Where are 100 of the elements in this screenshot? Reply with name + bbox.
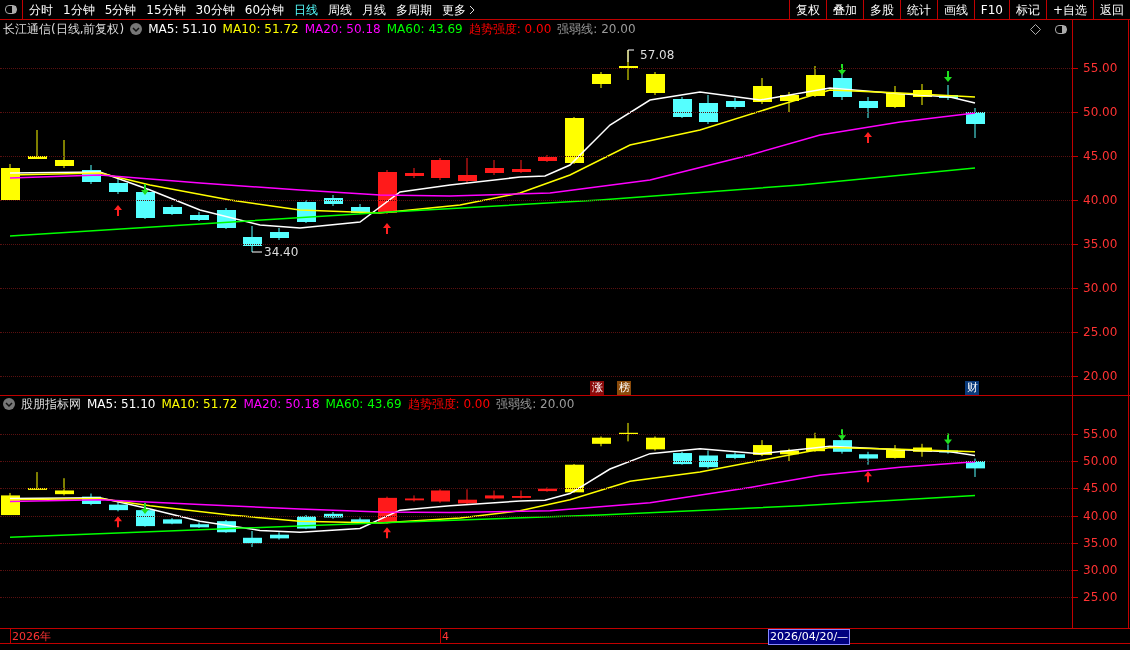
diamond-icon[interactable] <box>1030 23 1041 35</box>
indicator-value: 强弱线: 20.00 <box>496 396 575 413</box>
candlestick <box>699 94 718 125</box>
candlestick <box>270 531 289 541</box>
toolbar-button[interactable]: 返回 <box>1093 0 1130 19</box>
candlestick <box>833 73 852 101</box>
candlestick <box>726 451 745 460</box>
candlestick <box>163 517 182 525</box>
period-tab[interactable]: 更多 <box>442 0 476 19</box>
candlestick <box>55 139 74 169</box>
toolbar-button[interactable]: 画线 <box>936 0 974 19</box>
indicator-value: MA20: 50.18 <box>243 396 320 413</box>
candlestick <box>458 488 477 506</box>
candlestick <box>673 96 692 119</box>
event-badge[interactable]: 榜 <box>617 381 631 395</box>
candlestick <box>780 448 799 462</box>
candlestick <box>939 84 958 101</box>
candlestick <box>966 458 985 478</box>
axis-label: 55.00 <box>1083 428 1118 440</box>
candlestick <box>485 159 504 176</box>
toolbar-button[interactable]: 标记 <box>1008 0 1046 19</box>
indicator-value: MA5: 51.10 <box>148 21 217 38</box>
indicator-value: MA20: 50.18 <box>304 21 381 38</box>
axis-label: 50.00 <box>1083 455 1118 468</box>
event-badge[interactable]: 财 <box>965 381 979 395</box>
candlestick <box>886 85 905 109</box>
candlestick <box>324 194 343 207</box>
candlestick <box>780 91 799 113</box>
period-tab[interactable]: 月线 <box>362 0 387 19</box>
candlestick <box>431 488 450 504</box>
period-tab[interactable]: 多周期 <box>396 0 433 19</box>
toolbar-button[interactable]: 多股 <box>862 0 900 19</box>
axis-label: 35.00 <box>1083 536 1118 549</box>
high-price-label: 57.08 <box>640 48 675 62</box>
up-arrow-icon <box>383 527 391 539</box>
panel-toggle-icon[interactable] <box>1055 24 1067 34</box>
period-tab[interactable]: 30分钟 <box>195 0 235 19</box>
candlestick <box>190 521 209 529</box>
event-badge[interactable]: 涨 <box>590 381 604 395</box>
candlestick <box>913 83 932 106</box>
cursor-date: 2026/04/20/— <box>768 629 851 645</box>
indicator-title: 股朋指标网 <box>21 396 81 413</box>
period-tab[interactable]: 日线 <box>294 0 319 19</box>
candlestick <box>82 493 101 506</box>
axis-label: 40.00 <box>1083 509 1118 522</box>
indicator-value: MA60: 43.69 <box>386 21 463 38</box>
low-price-label: 34.40 <box>264 245 299 259</box>
axis-label: 30.00 <box>1083 282 1118 294</box>
period-tab[interactable]: 周线 <box>328 0 353 19</box>
indicator-value: MA10: 51.72 <box>222 21 299 38</box>
toolbar-button[interactable]: +自选 <box>1045 0 1093 19</box>
candlestick <box>405 494 424 503</box>
candlestick <box>243 225 262 253</box>
toolbar-button[interactable]: 复权 <box>788 0 826 19</box>
candlestick <box>109 501 128 512</box>
candlestick <box>592 71 611 89</box>
period-tab[interactable]: 15分钟 <box>146 0 186 19</box>
period-tab[interactable]: 1分钟 <box>63 0 95 19</box>
toolbar-button[interactable]: 统计 <box>899 0 937 19</box>
period-tab[interactable]: 60分钟 <box>244 0 285 19</box>
candlestick <box>431 157 450 181</box>
dropdown-icon[interactable] <box>130 23 143 35</box>
candlestick <box>351 517 370 525</box>
candlestick <box>163 204 182 216</box>
axis-label: 25.00 <box>1083 326 1118 338</box>
candlestick <box>28 471 47 491</box>
candlestick <box>1 163 20 201</box>
axis-label: 35.00 <box>1083 238 1118 250</box>
candlestick <box>512 159 531 174</box>
candlestick <box>270 227 289 241</box>
date-label: 4 <box>440 629 449 644</box>
candlestick <box>726 97 745 110</box>
period-tab[interactable]: 分时 <box>29 0 53 19</box>
up-arrow-icon <box>114 516 122 528</box>
candlestick <box>592 435 611 447</box>
candlestick <box>190 211 209 222</box>
candlestick <box>28 129 47 160</box>
candlestick <box>565 463 584 494</box>
candlestick <box>753 439 772 457</box>
toolbar-button[interactable]: F10 <box>973 0 1009 19</box>
candlestick <box>753 77 772 105</box>
candlestick <box>859 96 878 119</box>
candlestick <box>859 451 878 466</box>
toolbar-button[interactable]: 叠加 <box>825 0 863 19</box>
period-tab[interactable]: 5分钟 <box>104 0 137 19</box>
candlestick <box>886 444 905 460</box>
dropdown-icon[interactable] <box>3 398 15 410</box>
candlestick <box>109 177 128 195</box>
indicator-value: MA60: 43.69 <box>325 396 402 413</box>
axis-label: 55.00 <box>1083 62 1118 74</box>
up-arrow-icon <box>383 223 391 234</box>
up-arrow-icon <box>864 471 872 483</box>
up-arrow-icon <box>864 132 872 143</box>
candlestick <box>538 486 557 493</box>
indicator-value: MA10: 51.72 <box>161 396 238 413</box>
indicator-value: 趋势强度: 0.00 <box>407 396 491 413</box>
indicator-value: MA5: 51.10 <box>87 396 156 413</box>
candlestick <box>966 107 985 139</box>
candlestick <box>806 432 825 453</box>
down-arrow-icon <box>141 502 149 514</box>
